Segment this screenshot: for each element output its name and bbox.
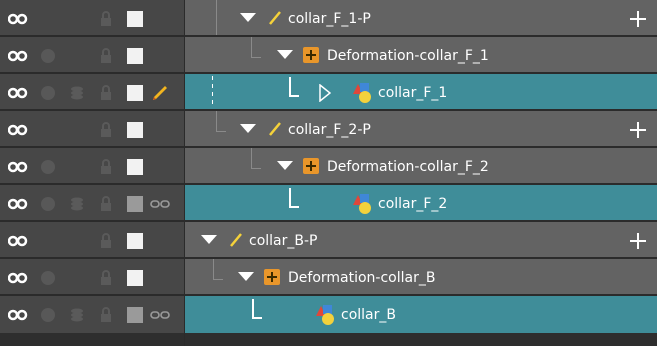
layer-row[interactable]: collar_F_1	[0, 74, 657, 111]
checkbox[interactable]	[124, 111, 146, 148]
timeline-layer-panel: collar_F_1-P Deformation-collar_F_1 coll…	[0, 0, 657, 346]
layer-tree-cell: Deformation-collar_B	[185, 259, 657, 296]
eye-icon[interactable]	[8, 74, 28, 111]
layer-name: collar_F_1-P	[288, 10, 371, 27]
checkbox[interactable]	[124, 74, 146, 111]
eye-icon[interactable]	[8, 37, 28, 74]
eye-icon[interactable]	[8, 259, 28, 296]
layer-controls	[0, 185, 185, 222]
layer-tree-cell: collar_B	[185, 296, 657, 333]
lock-icon[interactable]	[98, 37, 114, 74]
layer-controls	[0, 0, 185, 37]
checkbox[interactable]	[124, 222, 146, 259]
solo-icon[interactable]	[38, 185, 58, 222]
layer-name: Deformation-collar_F_1	[327, 47, 489, 64]
layer-name: collar_F_2	[378, 195, 448, 212]
layer-controls	[0, 148, 185, 185]
solo-icon[interactable]	[38, 259, 58, 296]
drawing-icon	[353, 194, 371, 214]
layer-controls	[0, 37, 185, 74]
layer-tree-cell: collar_F_1-P	[185, 0, 657, 37]
deformation-icon	[303, 47, 319, 63]
layer-tree-cell: Deformation-collar_F_1	[185, 37, 657, 74]
checkbox[interactable]	[124, 259, 146, 296]
layer-tree-cell: collar_F_2-P	[185, 111, 657, 148]
pencil-icon[interactable]	[148, 74, 172, 111]
checkbox[interactable]	[124, 296, 146, 333]
add-icon[interactable]	[627, 222, 649, 259]
lock-icon[interactable]	[98, 148, 114, 185]
checkbox[interactable]	[124, 148, 146, 185]
eye-icon[interactable]	[8, 148, 28, 185]
eye-icon[interactable]	[8, 222, 28, 259]
layer-row[interactable]: collar_F_2-P	[0, 111, 657, 148]
expand-triangle-icon[interactable]	[240, 13, 256, 22]
layer-controls	[0, 74, 185, 111]
expand-triangle-icon[interactable]	[277, 50, 293, 59]
lock-icon[interactable]	[98, 185, 114, 222]
deformation-icon	[264, 269, 280, 285]
column-divider	[184, 0, 185, 346]
layer-controls	[0, 259, 185, 296]
eye-icon[interactable]	[8, 111, 28, 148]
stack-icon[interactable]	[68, 296, 86, 333]
eye-icon[interactable]	[8, 0, 28, 37]
layer-row[interactable]: collar_F_2	[0, 185, 657, 222]
eye-icon[interactable]	[8, 296, 28, 333]
add-icon[interactable]	[627, 0, 649, 37]
peg-icon	[230, 233, 242, 247]
layer-name: collar_F_1	[378, 84, 448, 101]
lock-icon[interactable]	[98, 0, 114, 37]
layer-name: Deformation-collar_F_2	[327, 158, 489, 175]
link-icon[interactable]	[148, 185, 172, 222]
expand-triangle-icon[interactable]	[277, 161, 293, 170]
deformation-icon	[303, 158, 319, 174]
layer-tree-cell: collar_B-P	[185, 222, 657, 259]
peg-icon	[269, 11, 281, 25]
solo-icon[interactable]	[38, 296, 58, 333]
layer-name: collar_F_2-P	[288, 121, 371, 138]
eye-icon[interactable]	[8, 185, 28, 222]
layer-tree-cell: collar_F_2	[185, 185, 657, 222]
drawing-icon	[316, 305, 334, 325]
lock-icon[interactable]	[98, 111, 114, 148]
layer-name: Deformation-collar_B	[288, 269, 436, 286]
solo-icon[interactable]	[38, 74, 58, 111]
layer-row[interactable]: Deformation-collar_F_1	[0, 37, 657, 74]
layer-row[interactable]: collar_B-P	[0, 222, 657, 259]
lock-icon[interactable]	[98, 74, 114, 111]
layer-tree-cell: collar_F_1	[185, 74, 657, 111]
stack-icon[interactable]	[68, 74, 86, 111]
play-triangle-icon[interactable]	[319, 84, 331, 102]
peg-icon	[269, 122, 281, 136]
layer-row[interactable]: Deformation-collar_B	[0, 259, 657, 296]
solo-icon[interactable]	[38, 148, 58, 185]
layer-name: collar_B-P	[249, 232, 318, 249]
solo-icon[interactable]	[38, 37, 58, 74]
checkbox[interactable]	[124, 185, 146, 222]
checkbox[interactable]	[124, 0, 146, 37]
expand-triangle-icon[interactable]	[238, 272, 254, 281]
checkbox[interactable]	[124, 37, 146, 74]
layer-controls	[0, 222, 185, 259]
layer-controls	[0, 296, 185, 333]
lock-icon[interactable]	[98, 222, 114, 259]
layer-name: collar_B	[341, 306, 396, 323]
drawing-icon	[353, 83, 371, 103]
layer-row[interactable]: Deformation-collar_F_2	[0, 148, 657, 185]
layer-controls	[0, 111, 185, 148]
layer-row[interactable]: collar_F_1-P	[0, 0, 657, 37]
layer-row[interactable]: collar_B	[0, 296, 657, 346]
expand-triangle-icon[interactable]	[201, 235, 217, 244]
expand-triangle-icon[interactable]	[240, 124, 256, 133]
lock-icon[interactable]	[98, 296, 114, 333]
add-icon[interactable]	[627, 111, 649, 148]
layer-tree-cell: Deformation-collar_F_2	[185, 148, 657, 185]
lock-icon[interactable]	[98, 259, 114, 296]
link-icon[interactable]	[148, 296, 172, 333]
stack-icon[interactable]	[68, 185, 86, 222]
